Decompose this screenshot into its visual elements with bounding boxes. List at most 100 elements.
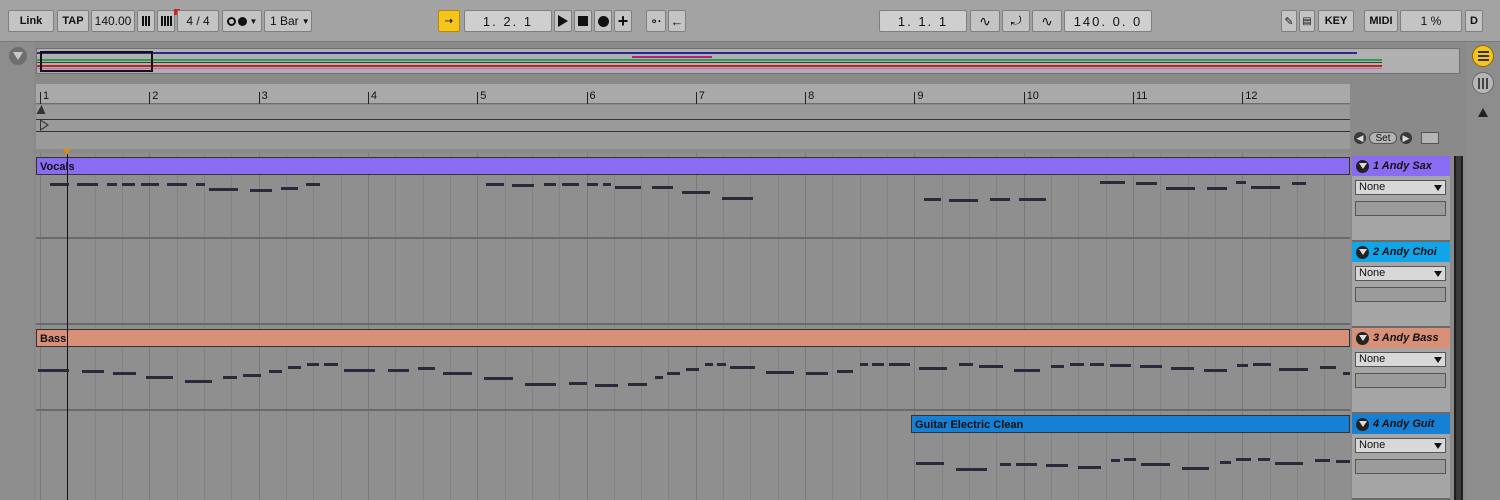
loop-brace-line: [36, 119, 1350, 120]
loop-switch-button[interactable]: ⤾: [1002, 10, 1030, 32]
ruler-bar-number: 11: [1136, 90, 1148, 102]
stop-button[interactable]: [574, 10, 592, 32]
midi-note: [979, 365, 1003, 368]
metronome-button[interactable]: ▼: [222, 10, 262, 32]
midi-note: [107, 183, 117, 186]
chevron-down-icon: ▼: [301, 16, 310, 26]
input-type-select[interactable]: None: [1355, 180, 1446, 195]
key-map-button[interactable]: KEY: [1318, 10, 1354, 32]
browser-toggle-button[interactable]: [9, 47, 27, 65]
beat-time-ruler[interactable]: 1 2 3 4 5 6 7 8 9 10 11 12: [36, 84, 1350, 104]
midi-note: [652, 186, 673, 189]
computer-keyboard-button[interactable]: ▤: [1299, 10, 1315, 32]
back-to-arrangement-button[interactable]: ←: [668, 10, 686, 32]
track-title-bar[interactable]: 2 Andy Choi: [1352, 242, 1450, 262]
nudge-up-button[interactable]: [157, 10, 175, 32]
input-channel-field[interactable]: [1355, 201, 1446, 216]
fold-icon[interactable]: [1356, 417, 1369, 431]
overview-line: [37, 68, 1382, 69]
punch-in-button[interactable]: ∿: [970, 10, 1000, 32]
link-button[interactable]: Link: [8, 10, 54, 32]
track-title-bar[interactable]: 1 Andy Sax: [1352, 156, 1450, 176]
locator-area[interactable]: [36, 105, 1350, 149]
input-type-select[interactable]: None: [1355, 352, 1446, 367]
overdub-button[interactable]: +: [614, 10, 632, 32]
midi-note: [990, 198, 1010, 201]
track-header[interactable]: 1 Andy Sax None: [1352, 156, 1450, 242]
chevron-down-icon: [1434, 185, 1442, 191]
record-button[interactable]: [594, 10, 612, 32]
track-title-bar[interactable]: 3 Andy Bass: [1352, 328, 1450, 348]
track-title-bar[interactable]: 4 Andy Guit: [1352, 414, 1450, 434]
clip-bass[interactable]: Bass: [36, 329, 1350, 347]
follow-button[interactable]: ⇢: [438, 10, 460, 32]
punch-in-icon: ∿: [979, 12, 991, 29]
midi-note: [562, 183, 579, 186]
midi-note: [344, 369, 375, 372]
fold-icon[interactable]: [1356, 245, 1369, 259]
ruler-tick: [695, 92, 697, 104]
quantize-select[interactable]: 1 Bar ▼: [264, 10, 312, 32]
chevron-down-icon: ▼: [249, 16, 258, 26]
overview-line: [37, 59, 1382, 61]
midi-note: [185, 380, 212, 383]
track-lane-guitar[interactable]: Guitar Electric Clean: [36, 411, 1350, 500]
input-channel-field[interactable]: [1355, 287, 1446, 302]
fold-icon[interactable]: [1356, 331, 1369, 345]
tempo-field[interactable]: 140.00: [91, 10, 135, 32]
level-meter: [1454, 156, 1463, 242]
disk-overload-indicator: D: [1465, 10, 1483, 32]
track-lane-sax[interactable]: Vocals: [36, 153, 1350, 239]
tap-tempo-button[interactable]: TAP: [57, 10, 89, 32]
midi-note: [525, 383, 556, 386]
input-type-select[interactable]: None: [1355, 266, 1446, 281]
midi-note: [705, 363, 713, 366]
automation-arm-button[interactable]: ∘·: [646, 10, 666, 32]
midi-note: [243, 374, 261, 377]
level-meter: [1454, 414, 1463, 500]
session-view-button[interactable]: [1472, 72, 1494, 94]
lock-icon[interactable]: [1421, 132, 1439, 144]
input-channel-field[interactable]: [1355, 459, 1446, 474]
arrangement-view[interactable]: 1 2 3 4 5 6 7 8 9 10 11 12 Vocals Bass Guitar Elect…: [36, 84, 1350, 500]
scroll-up-icon[interactable]: [1478, 108, 1488, 117]
nudge-down-icon: [142, 16, 150, 26]
loop-brace-line: [36, 131, 1350, 132]
track-header[interactable]: 3 Andy Bass None: [1352, 328, 1450, 414]
track-header[interactable]: 4 Andy Guit None: [1352, 414, 1450, 500]
track-lane-choir[interactable]: [36, 239, 1350, 325]
midi-note: [956, 468, 987, 471]
midi-note: [924, 198, 941, 201]
next-locator-button[interactable]: ▶: [1400, 132, 1412, 144]
ruler-tick: [149, 92, 151, 104]
quantize-value: 1 Bar: [270, 14, 299, 28]
arrangement-view-button[interactable]: [1472, 45, 1494, 67]
input-type-select[interactable]: None: [1355, 438, 1446, 453]
midi-note: [722, 197, 753, 200]
midi-note: [1279, 368, 1308, 371]
loop-length-field[interactable]: 140. 0. 0: [1064, 10, 1152, 32]
fold-icon[interactable]: [1356, 159, 1369, 173]
overview-viewport[interactable]: [40, 51, 153, 72]
track-header[interactable]: 2 Andy Choi None: [1352, 242, 1450, 328]
input-channel-field[interactable]: [1355, 373, 1446, 388]
midi-note: [1315, 459, 1330, 462]
play-button[interactable]: [554, 10, 572, 32]
midi-note: [569, 382, 587, 385]
time-signature-field[interactable]: 4 / 4: [177, 10, 219, 32]
midi-map-button[interactable]: MIDI: [1364, 10, 1398, 32]
midi-note: [82, 370, 104, 373]
track-lanes[interactable]: Vocals Bass Guitar Electric Clean: [36, 153, 1350, 500]
midi-note: [806, 372, 828, 375]
nudge-down-button[interactable]: [137, 10, 155, 32]
previous-locator-button[interactable]: ◀: [1354, 132, 1366, 144]
loop-start-field[interactable]: 1. 1. 1: [879, 10, 967, 32]
punch-out-button[interactable]: ∿: [1032, 10, 1062, 32]
clip-guitar[interactable]: Guitar Electric Clean: [911, 415, 1350, 433]
overview-line: [632, 56, 712, 58]
arrangement-overview[interactable]: [36, 48, 1460, 74]
draw-mode-button[interactable]: ✎: [1281, 10, 1297, 32]
set-locator-button[interactable]: Set: [1369, 132, 1397, 144]
song-position-field[interactable]: 1. 2. 1: [464, 10, 552, 32]
clip-vocals[interactable]: Vocals: [36, 157, 1350, 175]
